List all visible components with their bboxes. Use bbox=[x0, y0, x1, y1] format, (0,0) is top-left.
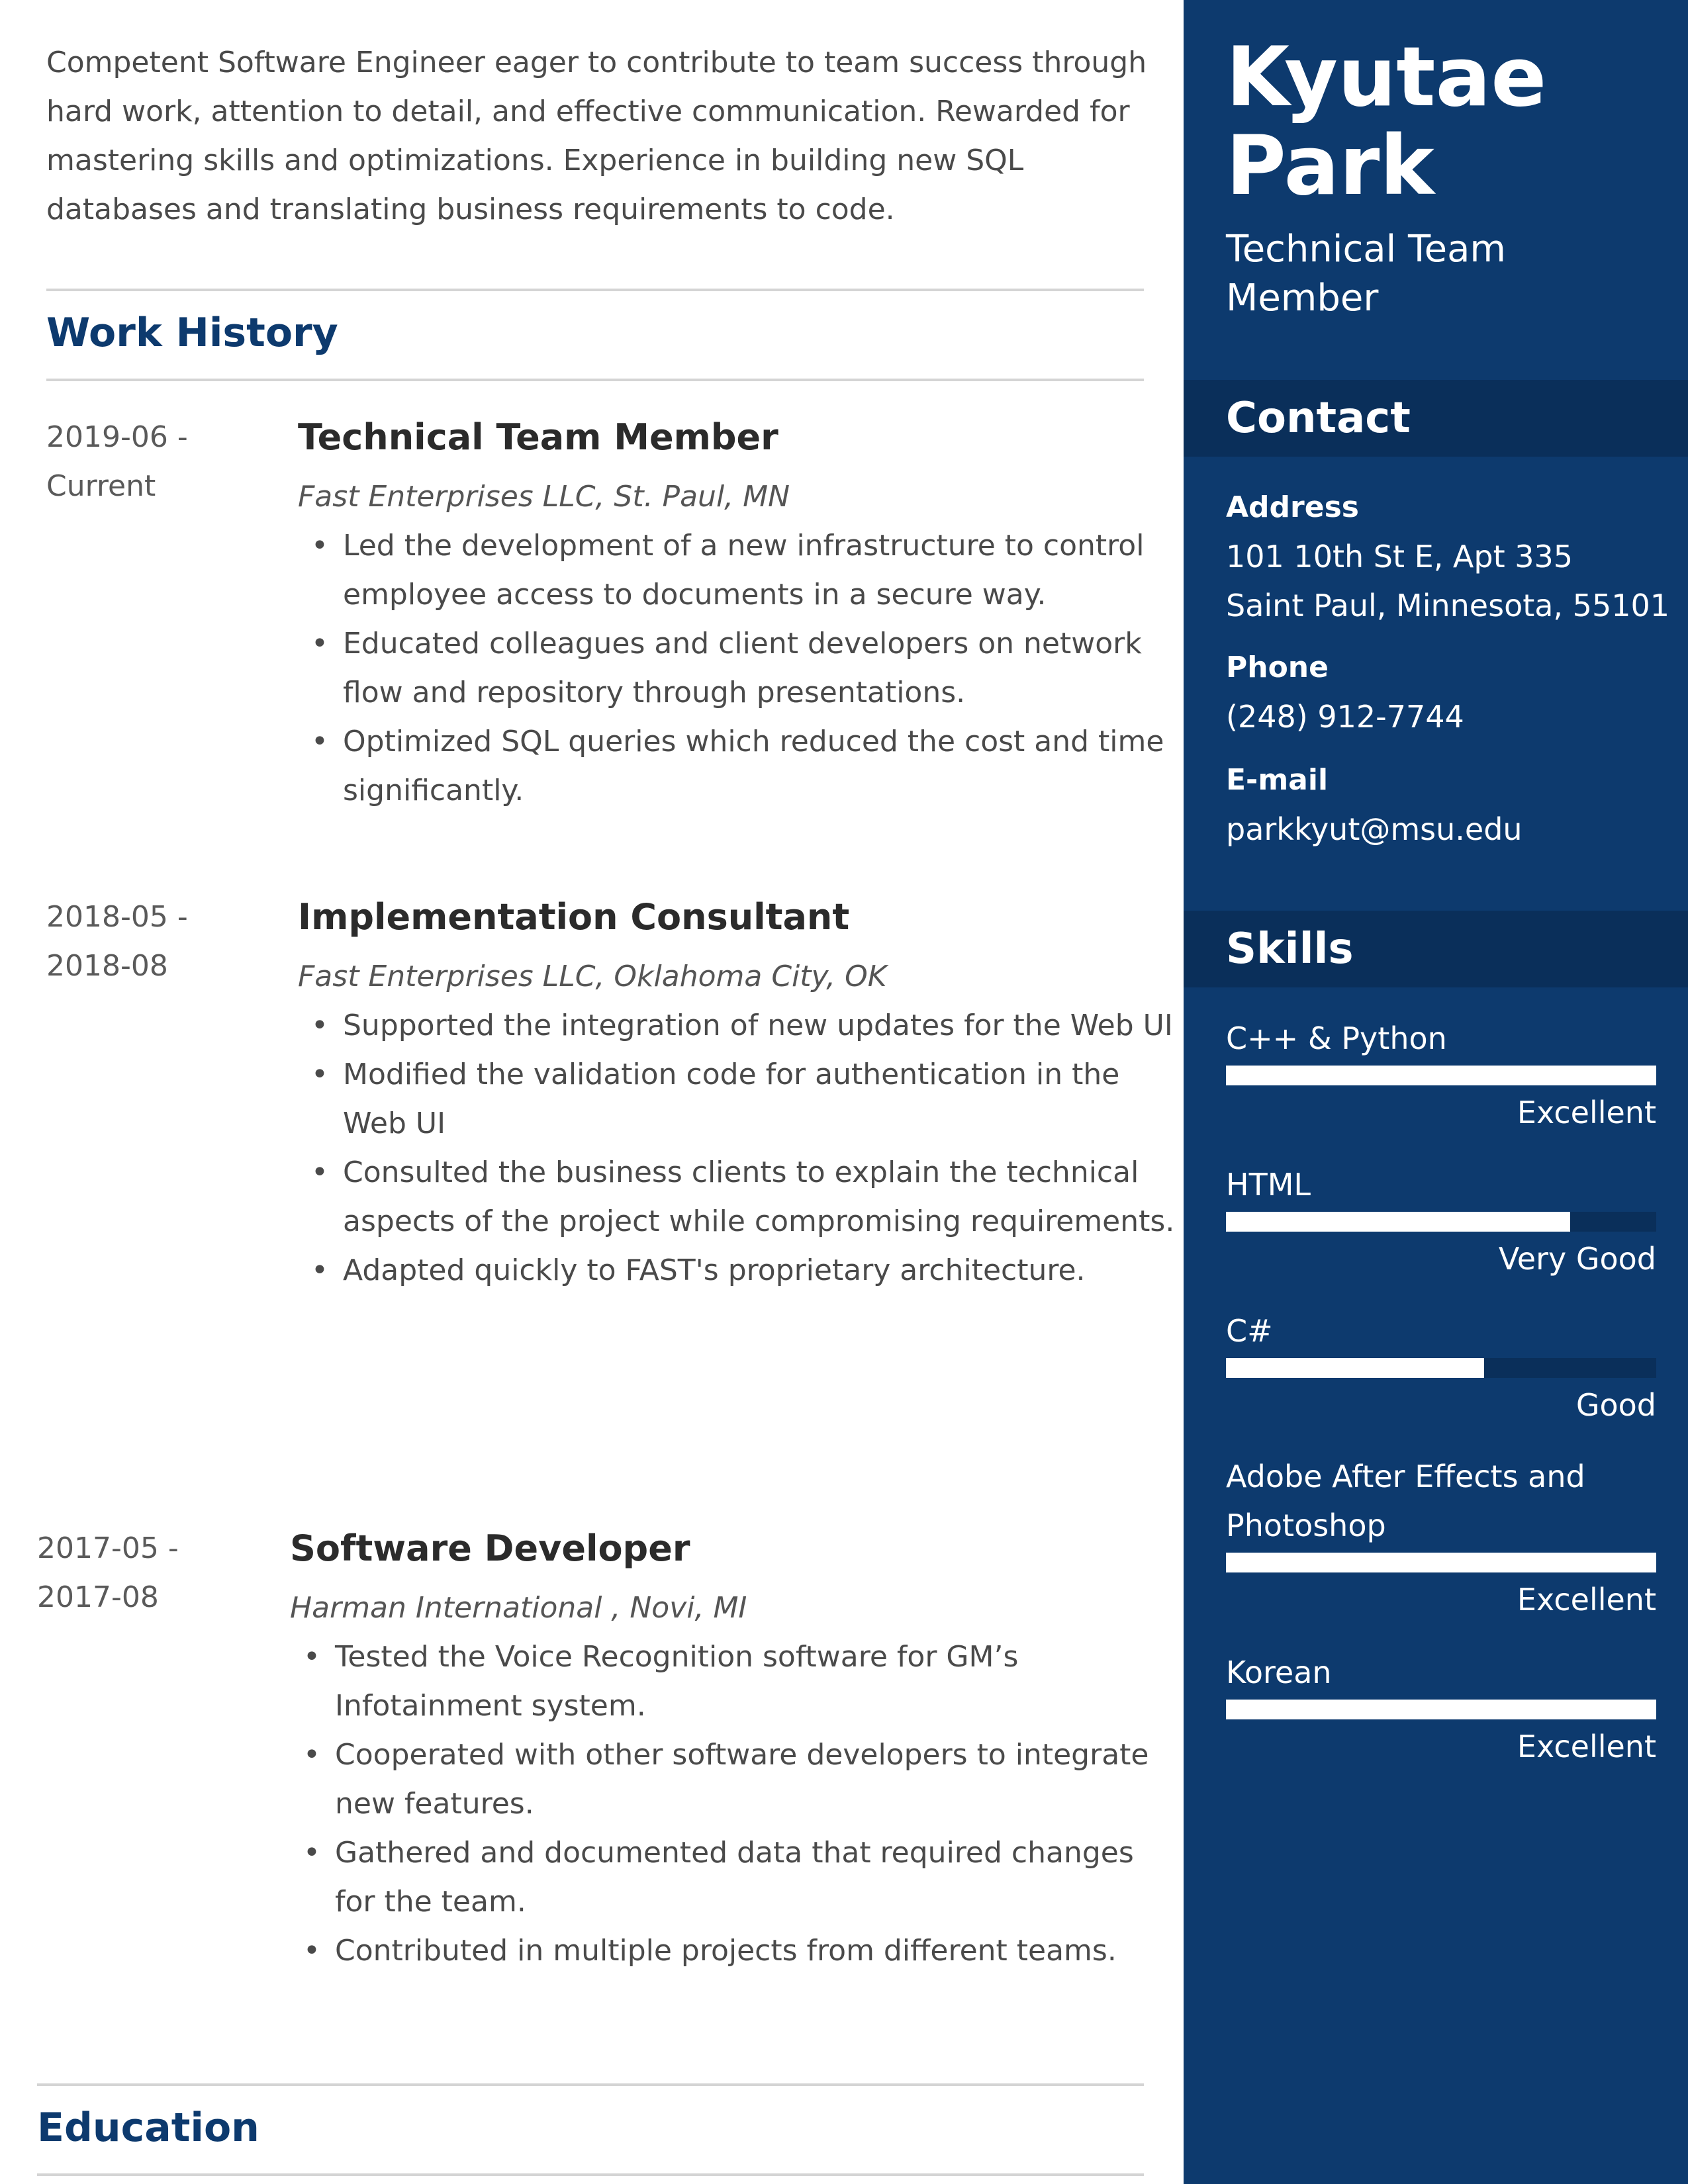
job-date-start: 2018-05 - bbox=[46, 900, 188, 934]
job-title: Implementation Consultant bbox=[298, 896, 850, 938]
skill-level: Good bbox=[1575, 1387, 1656, 1423]
candidate-name: Kyutae Park bbox=[1226, 30, 1547, 214]
skill-item: Korean Excellent bbox=[1226, 1648, 1656, 1771]
job-company: Fast Enterprises LLC, Oklahoma City, OK bbox=[298, 960, 887, 993]
job-bullet: Gathered and documented data that requir… bbox=[290, 1829, 1177, 1927]
job-date-start: 2017-05 - bbox=[37, 1531, 179, 1565]
job-bullet: Optimized SQL queries which reduced the … bbox=[298, 717, 1185, 815]
job-title: Technical Team Member bbox=[298, 416, 778, 458]
skill-name: Adobe After Effects and Photoshop bbox=[1226, 1459, 1585, 1543]
job-date: 2019-06 - Current bbox=[46, 413, 258, 511]
job-title: Software Developer bbox=[290, 1527, 690, 1569]
skills-header: Skills bbox=[1184, 911, 1688, 987]
skill-item: C# Good bbox=[1226, 1306, 1656, 1430]
job-bullet: Modified the validation code for authent… bbox=[298, 1050, 1185, 1148]
skill-name: Korean bbox=[1226, 1655, 1332, 1690]
skill-name: C# bbox=[1226, 1313, 1273, 1349]
skill-item: HTML Very Good bbox=[1226, 1160, 1656, 1283]
skill-bar bbox=[1226, 1553, 1656, 1572]
job-date: 2018-05 - 2018-08 bbox=[46, 893, 258, 991]
section-title-education: Education bbox=[37, 2105, 259, 2151]
candidate-role: Technical Team Member bbox=[1226, 228, 1506, 320]
job-bullet: Contributed in multiple projects from di… bbox=[290, 1927, 1177, 1976]
job-date: 2017-05 - 2017-08 bbox=[37, 1524, 249, 1622]
skill-level: Excellent bbox=[1517, 1582, 1656, 1617]
skill-bar-fill bbox=[1226, 1358, 1484, 1378]
job-date-start: 2019-06 - bbox=[46, 420, 188, 454]
email-label: E-mail bbox=[1226, 763, 1329, 797]
job-date-end: 2017-08 bbox=[37, 1580, 159, 1614]
job-bullets: Tested the Voice Recognition software fo… bbox=[290, 1633, 1177, 1976]
contact-header: Contact bbox=[1184, 380, 1688, 457]
address-line-1: 101 10th St E, Apt 335 bbox=[1226, 539, 1573, 574]
skills-title: Skills bbox=[1226, 925, 1354, 974]
skill-level: Excellent bbox=[1517, 1729, 1656, 1764]
job-bullet: Adapted quickly to FAST's proprietary ar… bbox=[298, 1246, 1185, 1295]
section-title-work-history: Work History bbox=[46, 310, 338, 356]
skill-level: Very Good bbox=[1498, 1241, 1656, 1277]
job-company: Fast Enterprises LLC, St. Paul, MN bbox=[298, 480, 790, 514]
skill-bar bbox=[1226, 1212, 1656, 1232]
job-bullets: Supported the integration of new updates… bbox=[298, 1001, 1185, 1295]
phone-label: Phone bbox=[1226, 651, 1329, 684]
email-value: parkkyut@msu.edu bbox=[1226, 811, 1523, 847]
address-label: Address bbox=[1226, 490, 1359, 524]
skill-name: C++ & Python bbox=[1226, 1021, 1447, 1056]
skill-item: Adobe After Effects and Photoshop Excell… bbox=[1226, 1452, 1656, 1624]
job-bullet: Consulted the business clients to explai… bbox=[298, 1148, 1185, 1246]
job-bullet: Tested the Voice Recognition software fo… bbox=[290, 1633, 1177, 1731]
job-bullet: Supported the integration of new updates… bbox=[298, 1001, 1185, 1050]
main-column: Competent Software Engineer eager to con… bbox=[0, 0, 1184, 2184]
skill-bar-fill bbox=[1226, 1553, 1656, 1572]
job-bullet: Led the development of a new infrastruct… bbox=[298, 522, 1185, 619]
job-bullet: Educated colleagues and client developer… bbox=[298, 619, 1185, 717]
divider bbox=[37, 2083, 1144, 2086]
skill-level: Excellent bbox=[1517, 1095, 1656, 1130]
skill-bar-fill bbox=[1226, 1066, 1656, 1085]
address-line-2: Saint Paul, Minnesota, 55101 bbox=[1226, 588, 1670, 623]
skill-name: HTML bbox=[1226, 1167, 1311, 1203]
job-date-end: 2018-08 bbox=[46, 949, 168, 983]
divider bbox=[46, 289, 1144, 291]
skill-bar bbox=[1226, 1066, 1656, 1085]
phone-value: (248) 912-7744 bbox=[1226, 699, 1464, 735]
skill-bar bbox=[1226, 1700, 1656, 1719]
job-bullet: Cooperated with other software developer… bbox=[290, 1731, 1177, 1829]
skill-bar bbox=[1226, 1358, 1656, 1378]
skill-item: C++ & Python Excellent bbox=[1226, 1014, 1656, 1137]
divider bbox=[46, 379, 1144, 381]
skill-bar-fill bbox=[1226, 1700, 1656, 1719]
job-company: Harman International , Novi, MI bbox=[290, 1591, 747, 1625]
job-date-end: Current bbox=[46, 469, 156, 503]
contact-title: Contact bbox=[1226, 394, 1411, 443]
sidebar: Kyutae Park Technical Team Member Contac… bbox=[1184, 0, 1688, 2184]
professional-summary: Competent Software Engineer eager to con… bbox=[46, 46, 1147, 226]
skill-bar-fill bbox=[1226, 1212, 1570, 1232]
job-bullets: Led the development of a new infrastruct… bbox=[298, 522, 1185, 815]
divider bbox=[37, 2173, 1144, 2176]
